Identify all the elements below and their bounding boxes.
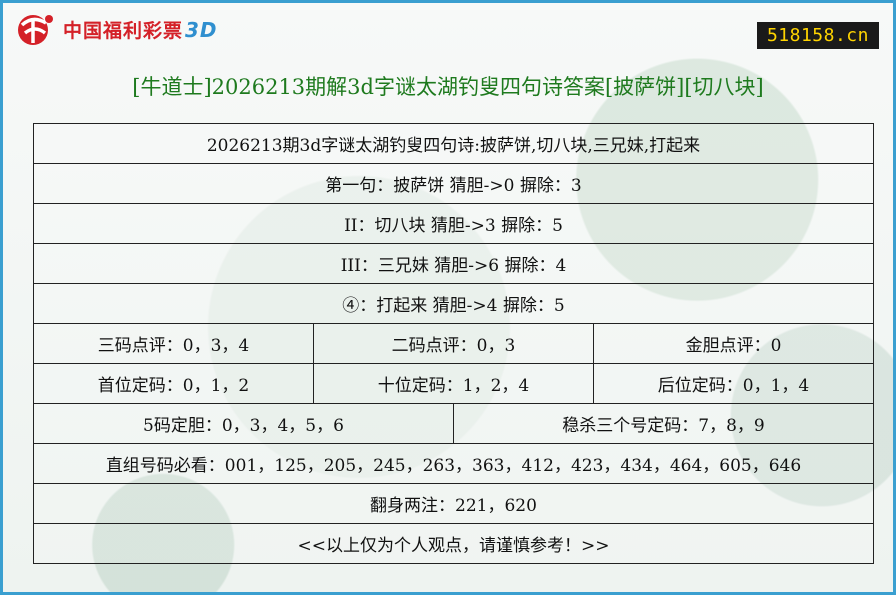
table-row: 5码定胆：0，3，4，5，6 稳杀三个号定码：7，8，9: [33, 403, 875, 444]
disclaimer-cell: <<以上仅为个人观点，请谨慎参考！>>: [32, 523, 875, 564]
table-row: II：切八块 猜胆->3 摒除：5: [32, 203, 875, 244]
gold-dan-cell: 金胆点评：0: [592, 323, 875, 364]
poem-cell: 2026213期3d字谜太湖钓叟四句诗:披萨饼,切八块,三兄妹,打起来: [32, 123, 875, 164]
line2-cell: II：切八块 猜胆->3 摒除：5: [32, 203, 875, 244]
table-row: 首位定码：0，1，2 十位定码：1，2，4 后位定码：0，1，4: [33, 363, 875, 404]
table-row: <<以上仅为个人观点，请谨慎参考！>>: [32, 523, 875, 564]
site-badge[interactable]: 518158.cn: [756, 22, 879, 49]
welfare-lottery-logo-icon: [18, 15, 53, 45]
logo-3d-label: 3D: [185, 17, 218, 42]
table-row: ④：打起来 猜胆->4 摒除：5: [32, 283, 875, 324]
table-row: 直组号码必看：001，125，205，245，263，363，412，423，4…: [32, 443, 875, 484]
logo-text: 中国福利彩票 3D: [63, 17, 218, 42]
page-title: [牛道士]2026213期解3d字谜太湖钓叟四句诗答案[披萨饼][切八块]: [132, 75, 764, 99]
table-row: 翻身两注：221，620: [32, 483, 875, 524]
table-row: III：三兄妹 猜胆->6 摒除：4: [32, 243, 875, 284]
prediction-table: 2026213期3d字谜太湖钓叟四句诗:披萨饼,切八块,三兄妹,打起来 第一句：…: [32, 123, 875, 564]
direct-numbers-cell: 直组号码必看：001，125，205，245，263，363，412，423，4…: [32, 443, 875, 484]
kill-three-cell: 稳杀三个号定码：7，8，9: [452, 403, 875, 444]
table-row: 2026213期3d字谜太湖钓叟四句诗:披萨饼,切八块,三兄妹,打起来: [32, 123, 875, 164]
page-frame: 中国福利彩票 3D 518158.cn [牛道士]2026213期解3d字谜太湖钓…: [0, 0, 896, 595]
table-row: 第一句：披萨饼 猜胆->0 摒除：3: [32, 163, 875, 204]
flip-cell: 翻身两注：221，620: [32, 483, 875, 524]
lottery-logo[interactable]: 中国福利彩票 3D: [13, 11, 218, 47]
hundreds-cell: 首位定码：0，1，2: [33, 363, 314, 404]
line4-cell: ④：打起来 猜胆->4 摒除：5: [32, 283, 875, 324]
two-code-cell: 二码点评：0，3: [313, 323, 594, 364]
table-row: 三码点评：0，3，4 二码点评：0，3 金胆点评：0: [33, 323, 875, 364]
units-cell: 后位定码：0，1，4: [592, 363, 875, 404]
line3-cell: III：三兄妹 猜胆->6 摒除：4: [32, 243, 875, 284]
three-code-cell: 三码点评：0，3，4: [33, 323, 314, 364]
tens-cell: 十位定码：1，2，4: [313, 363, 594, 404]
line1-cell: 第一句：披萨饼 猜胆->0 摒除：3: [32, 163, 875, 204]
five-dan-cell: 5码定胆：0，3，4，5，6: [33, 403, 454, 444]
